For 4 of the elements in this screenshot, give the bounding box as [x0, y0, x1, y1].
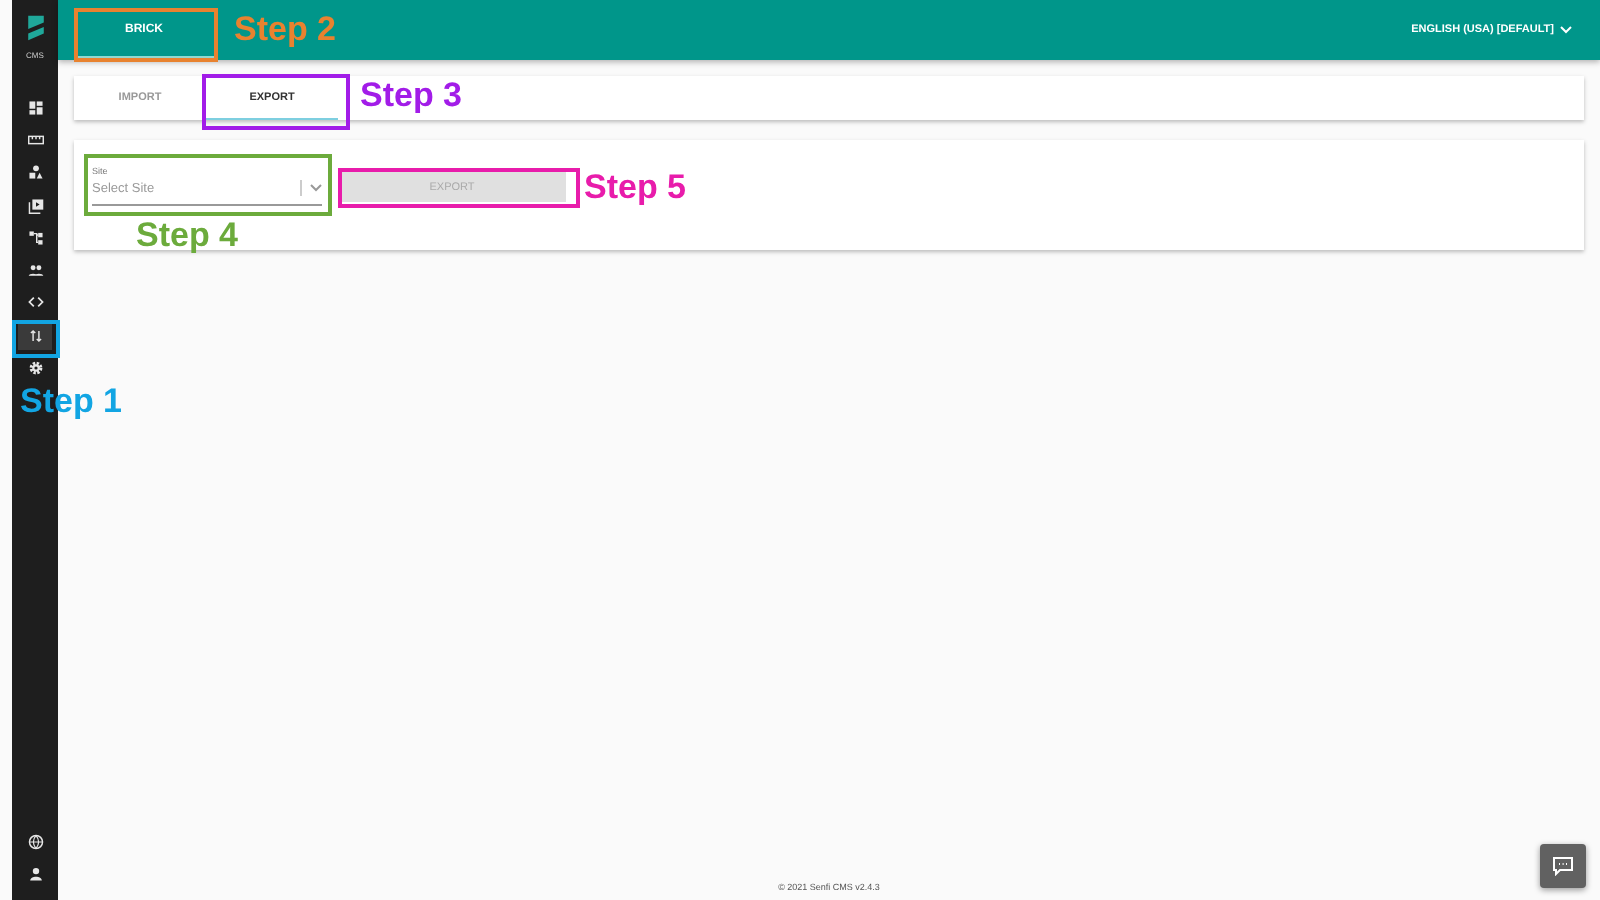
step-label: Step 5	[584, 170, 687, 204]
step-label: Step 3	[360, 78, 463, 112]
step-label: Step 2	[234, 12, 337, 46]
step-label: Step 4	[136, 218, 239, 252]
